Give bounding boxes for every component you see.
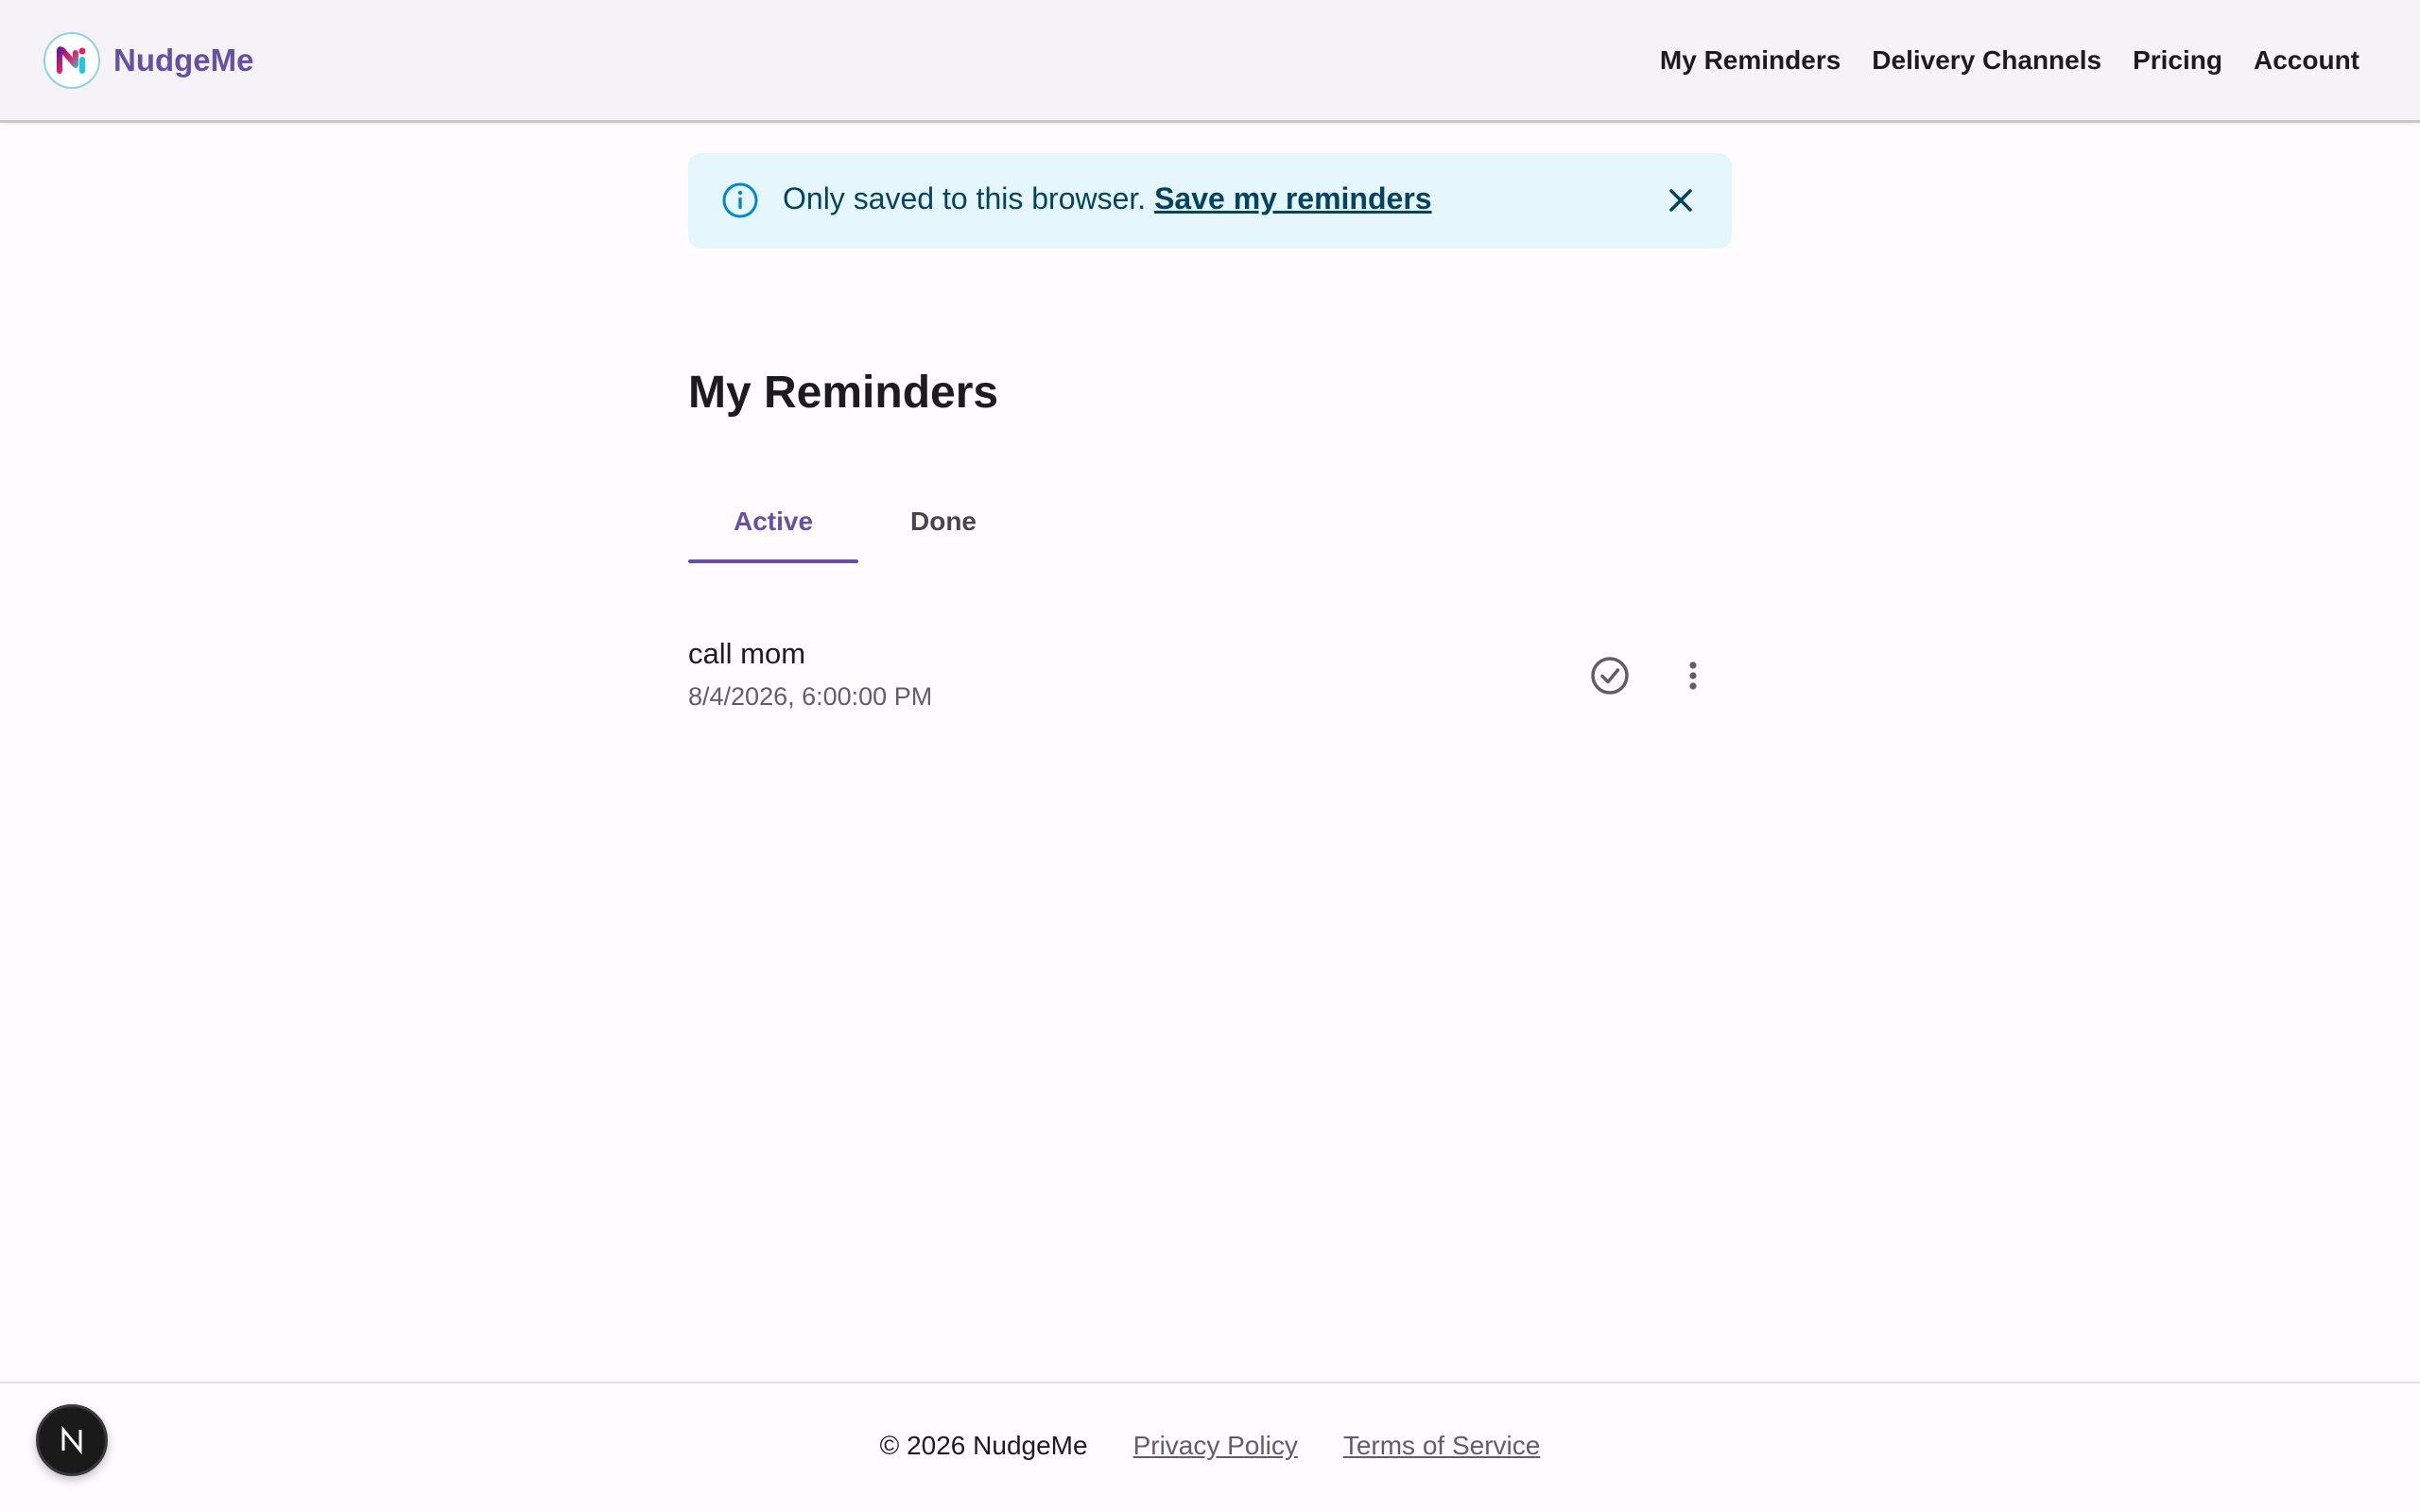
info-icon [720, 180, 760, 220]
reminder-tabs: Active Done [688, 480, 1028, 563]
list-item: call mom 8/4/2026, 6:00:00 PM [688, 626, 1732, 726]
terms-of-service-link[interactable]: Terms of Service [1343, 1431, 1541, 1461]
check-circle-icon[interactable] [1580, 645, 1640, 706]
brand-name: NudgeMe [113, 43, 254, 77]
browser-storage-alert: Only saved to this browser. Save my remi… [688, 153, 1732, 249]
alert-message: Only saved to this browser. Save my remi… [783, 181, 1432, 216]
reminder-datetime: 8/4/2026, 6:00:00 PM [688, 682, 933, 711]
brand-logo-icon [43, 32, 100, 89]
tab-active[interactable]: Active [688, 480, 858, 563]
alert-message-text: Only saved to this browser. [783, 181, 1147, 215]
brand-link[interactable]: NudgeMe [43, 31, 254, 90]
save-my-reminders-link[interactable]: Save my reminders [1154, 181, 1432, 215]
main-nav: My Reminders Delivery Channels Pricing A… [1660, 38, 2360, 83]
dev-tools-badge[interactable] [36, 1404, 108, 1476]
more-vert-icon[interactable] [1663, 645, 1723, 706]
privacy-policy-link[interactable]: Privacy Policy [1133, 1431, 1298, 1461]
close-icon[interactable] [1666, 185, 1696, 215]
reminder-title: call mom [688, 637, 806, 670]
nav-pricing[interactable]: Pricing [2133, 38, 2222, 83]
footer-content: © 2026 NudgeMe Privacy Policy Terms of S… [0, 1431, 2420, 1461]
app-footer: © 2026 NudgeMe Privacy Policy Terms of S… [0, 1382, 2420, 1512]
nav-account[interactable]: Account [2254, 38, 2360, 83]
copyright: © 2026 NudgeMe [879, 1431, 1088, 1460]
nav-my-reminders[interactable]: My Reminders [1660, 38, 1841, 83]
tab-done[interactable]: Done [858, 480, 1028, 563]
app-header: NudgeMe My Reminders Delivery Channels P… [0, 0, 2420, 123]
n-logo-icon [61, 1425, 82, 1455]
page-title: My Reminders [688, 368, 999, 418]
nav-delivery-channels[interactable]: Delivery Channels [1872, 38, 2101, 83]
